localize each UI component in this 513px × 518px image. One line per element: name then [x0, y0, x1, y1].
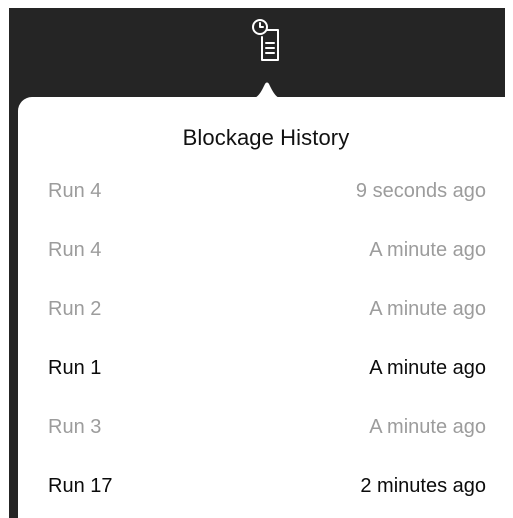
run-name: Run 4	[48, 239, 102, 261]
run-name: Run 4	[48, 180, 102, 202]
run-time: A minute ago	[369, 298, 486, 320]
history-row[interactable]: Run 3 A minute ago	[18, 398, 513, 457]
clock-document-icon	[252, 19, 279, 61]
run-time: 2 minutes ago	[360, 475, 486, 497]
popover-panel: Blockage History Run 4 9 seconds ago Run…	[18, 97, 513, 518]
history-list: Run 4 9 seconds ago Run 4 A minute ago R…	[18, 162, 513, 516]
run-name: Run 2	[48, 298, 102, 320]
run-time: 9 seconds ago	[355, 180, 486, 202]
run-time: A minute ago	[369, 416, 486, 438]
blockage-history-popover: Blockage History Run 4 9 seconds ago Run…	[18, 80, 513, 518]
run-name: Run 1	[48, 357, 102, 379]
history-row[interactable]: Run 4 9 seconds ago	[18, 162, 513, 221]
history-row[interactable]: Run 2 A minute ago	[18, 280, 513, 339]
run-name: Run 3	[48, 416, 102, 438]
popover-title: Blockage History	[182, 125, 350, 150]
history-button[interactable]	[245, 13, 289, 69]
history-row[interactable]: Run 4 A minute ago	[18, 221, 513, 280]
history-row[interactable]: Run 1 A minute ago	[18, 339, 513, 398]
run-time: A minute ago	[369, 357, 486, 379]
run-time: A minute ago	[369, 239, 486, 261]
run-name: Run 17	[48, 475, 113, 497]
history-row[interactable]: Run 17 2 minutes ago	[18, 457, 513, 516]
